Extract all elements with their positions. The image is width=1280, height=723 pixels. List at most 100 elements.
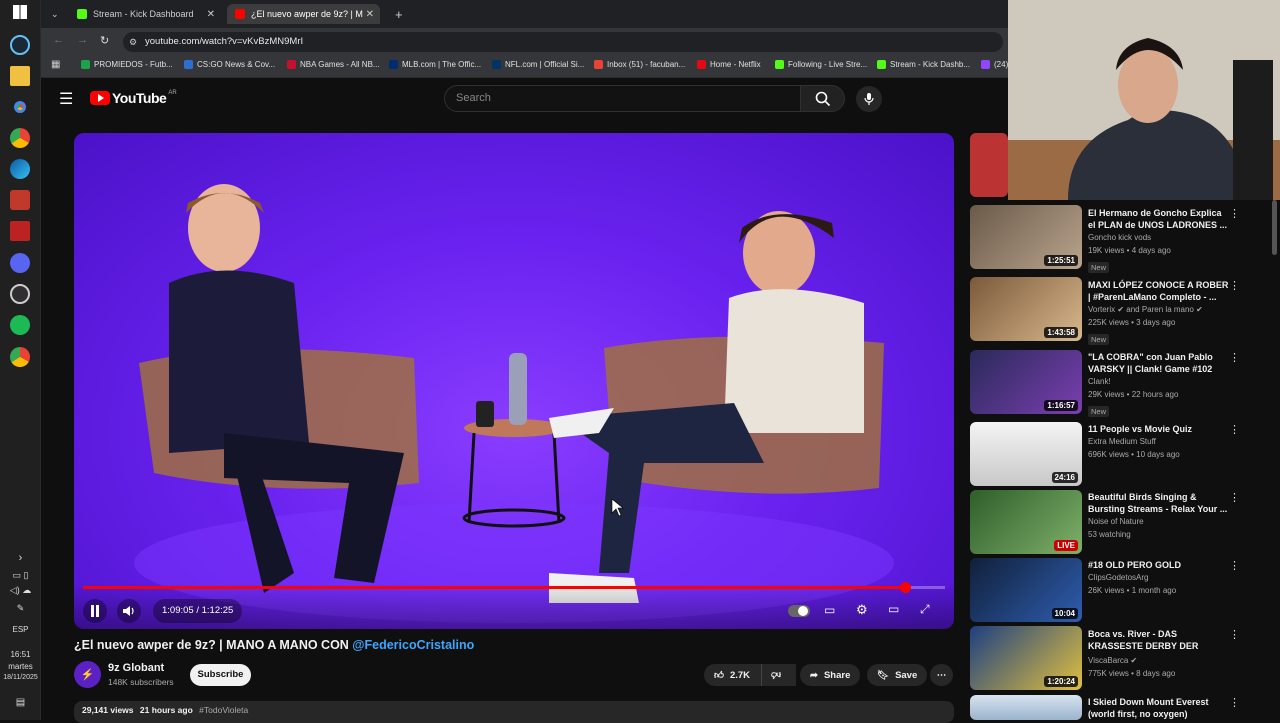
- edge-icon[interactable]: [10, 159, 30, 179]
- progress-bar[interactable]: [83, 582, 945, 593]
- pause-button[interactable]: [83, 599, 107, 623]
- rec-title[interactable]: El Hermano de Goncho Explica el PLAN de …: [1088, 207, 1230, 231]
- back-icon[interactable]: ←: [53, 34, 64, 46]
- rec-channel[interactable]: Extra Medium Stuff: [1088, 435, 1230, 448]
- rec-thumbnail[interactable]: 24:16: [970, 422, 1082, 486]
- bookmark-item[interactable]: (24): [981, 60, 1008, 69]
- rec-info[interactable]: MAXI LÓPEZ CONOCE A ROBER | #ParenLaMano…: [1088, 279, 1230, 347]
- obs-icon[interactable]: [10, 284, 30, 304]
- rec-channel[interactable]: Clank!: [1088, 375, 1230, 388]
- search-input[interactable]: Search: [444, 85, 801, 112]
- bookmark-item[interactable]: NFL.com | Official Si...: [492, 60, 584, 69]
- close-tab-icon[interactable]: ✕: [207, 9, 215, 20]
- hamburger-menu-icon[interactable]: ☰: [59, 89, 73, 109]
- tray-icons[interactable]: ▭ ▯: [0, 570, 41, 581]
- tray-expand-icon[interactable]: ›: [0, 552, 41, 564]
- discord-icon[interactable]: [10, 253, 30, 273]
- rec-thumbnail[interactable]: LIVE: [970, 490, 1082, 554]
- chrome-icon[interactable]: [10, 97, 30, 117]
- bookmark-item[interactable]: CS:GO News & Cov...: [184, 60, 275, 69]
- tab-kick-dashboard[interactable]: Stream - Kick Dashboard ✕: [69, 4, 221, 24]
- bookmark-item[interactable]: NBA Games - All NB...: [287, 60, 380, 69]
- reload-icon[interactable]: ↻: [100, 34, 109, 47]
- bookmark-item[interactable]: Inbox (51) - facuban...: [594, 60, 685, 69]
- rec-info[interactable]: 11 People vs Movie Quiz Extra Medium Stu…: [1088, 423, 1230, 461]
- bookmark-item[interactable]: MLB.com | The Offic...: [389, 60, 481, 69]
- notifications-icon[interactable]: ▤: [0, 697, 41, 708]
- volume-icon[interactable]: ◁) ☁: [0, 585, 41, 596]
- rec-info[interactable]: "LA COBRA" con Juan Pablo VARSKY || Clan…: [1088, 351, 1230, 419]
- hashtag-link[interactable]: #TodoVioleta: [199, 705, 248, 715]
- more-options-icon[interactable]: ⋮: [1229, 423, 1240, 436]
- voicemeeter-icon[interactable]: [10, 221, 30, 241]
- rec-info[interactable]: El Hermano de Goncho Explica el PLAN de …: [1088, 207, 1230, 275]
- rec-info[interactable]: #18 OLD PERO GOLD ClipsGodetosArg 26K vi…: [1088, 559, 1230, 597]
- rec-channel[interactable]: Noise of Nature: [1088, 515, 1230, 528]
- rec-title[interactable]: Beautiful Birds Singing & Bursting Strea…: [1088, 491, 1230, 515]
- spotify-icon[interactable]: [10, 315, 30, 335]
- rec-thumbnail[interactable]: 1:25:51: [970, 205, 1082, 269]
- more-options-icon[interactable]: ⋮: [1229, 628, 1240, 641]
- dislike-button[interactable]: 👍︎: [761, 664, 795, 686]
- windows-start-icon[interactable]: [13, 5, 27, 19]
- new-tab-button[interactable]: +: [387, 4, 407, 24]
- page-scrollbar[interactable]: [1272, 200, 1277, 255]
- more-options-icon[interactable]: ⋮: [1229, 351, 1240, 364]
- language-indicator[interactable]: ESP: [0, 625, 41, 634]
- bookmark-item[interactable]: Home - Netflix: [697, 60, 761, 69]
- channel-avatar[interactable]: ⚡: [74, 661, 101, 688]
- file-explorer-icon[interactable]: [10, 66, 30, 86]
- rec-title[interactable]: MAXI LÓPEZ CONOCE A ROBER | #ParenLaMano…: [1088, 279, 1230, 303]
- youtube-logo[interactable]: YouTube AR: [90, 90, 177, 106]
- close-tab-icon[interactable]: ✕: [366, 9, 374, 20]
- fullscreen-icon[interactable]: ⤢: [920, 602, 930, 617]
- apps-grid-icon[interactable]: ▦: [51, 59, 60, 70]
- tab-list-button[interactable]: ⌄: [45, 4, 67, 24]
- search-button[interactable]: [801, 85, 845, 112]
- clock-time[interactable]: 16:51: [0, 650, 41, 659]
- rec-channel[interactable]: ViscaBarca ✔: [1088, 654, 1230, 667]
- more-options-icon[interactable]: ⋮: [1229, 559, 1240, 572]
- rec-thumbnail[interactable]: 1:20:24: [970, 626, 1082, 690]
- settings-icon[interactable]: ⚙: [856, 602, 868, 618]
- pen-icon[interactable]: ✎: [0, 603, 41, 614]
- autoplay-toggle[interactable]: [788, 605, 810, 617]
- title-mention-link[interactable]: @FedericoCristalino: [352, 638, 474, 652]
- voice-search-button[interactable]: [856, 86, 882, 112]
- channel-name[interactable]: 9z Globant: [108, 662, 164, 674]
- rec-channel[interactable]: Vorterix ✔ and Paren la mano ✔: [1088, 303, 1230, 316]
- rec-title[interactable]: I Skied Down Mount Everest (world first,…: [1088, 696, 1230, 720]
- chrome-second-icon[interactable]: [10, 347, 30, 367]
- bookmark-item[interactable]: PROMIEDOS - Futb...: [81, 60, 173, 69]
- rec-thumbnail[interactable]: 1:43:58: [970, 277, 1082, 341]
- more-options-icon[interactable]: ⋮: [1229, 696, 1240, 709]
- theater-mode-icon[interactable]: ▭: [888, 602, 899, 616]
- chrome-profile-icon[interactable]: [10, 128, 30, 148]
- rec-thumbnail[interactable]: [970, 695, 1082, 720]
- more-options-icon[interactable]: ⋮: [1229, 491, 1240, 504]
- rec-title[interactable]: Boca vs. River - DAS KRASSESTE DERBY DER…: [1088, 628, 1230, 654]
- rec-title[interactable]: 11 People vs Movie Quiz: [1088, 423, 1230, 435]
- rec-title[interactable]: #18 OLD PERO GOLD: [1088, 559, 1230, 571]
- rec-thumbnail[interactable]: 1:16:57: [970, 350, 1082, 414]
- subscribe-button[interactable]: Subscribe: [190, 664, 251, 686]
- rec-info[interactable]: I Skied Down Mount Everest (world first,…: [1088, 696, 1230, 720]
- rec-channel[interactable]: Goncho kick vods: [1088, 231, 1230, 244]
- save-button[interactable]: 🔖︎ Save: [867, 664, 928, 686]
- url-field[interactable]: ⚙ youtube.com/watch?v=vKvBzMN9MrI: [123, 32, 1003, 52]
- more-options-icon[interactable]: ⋮: [1229, 207, 1240, 220]
- rec-title[interactable]: "LA COBRA" con Juan Pablo VARSKY || Clan…: [1088, 351, 1230, 375]
- volume-button[interactable]: [117, 599, 141, 623]
- rec-info[interactable]: Beautiful Birds Singing & Bursting Strea…: [1088, 491, 1230, 541]
- subtitles-icon[interactable]: ▭: [824, 603, 835, 617]
- rec-thumbnail[interactable]: 10:04: [970, 558, 1082, 622]
- share-button[interactable]: ➦ Share: [800, 664, 861, 686]
- site-info-icon[interactable]: ⚙: [129, 32, 137, 52]
- rec-info[interactable]: Boca vs. River - DAS KRASSESTE DERBY DER…: [1088, 628, 1230, 680]
- forward-icon[interactable]: →: [77, 34, 88, 46]
- video-player[interactable]: 1:09:05 / 1:12:25 ▭ ⚙ ▭ ⤢: [74, 133, 954, 629]
- bookmark-item[interactable]: Stream - Kick Dashb...: [877, 60, 970, 69]
- more-options-icon[interactable]: ⋮: [1229, 279, 1240, 292]
- app-star-icon[interactable]: [10, 190, 30, 210]
- steam-icon[interactable]: [10, 35, 30, 55]
